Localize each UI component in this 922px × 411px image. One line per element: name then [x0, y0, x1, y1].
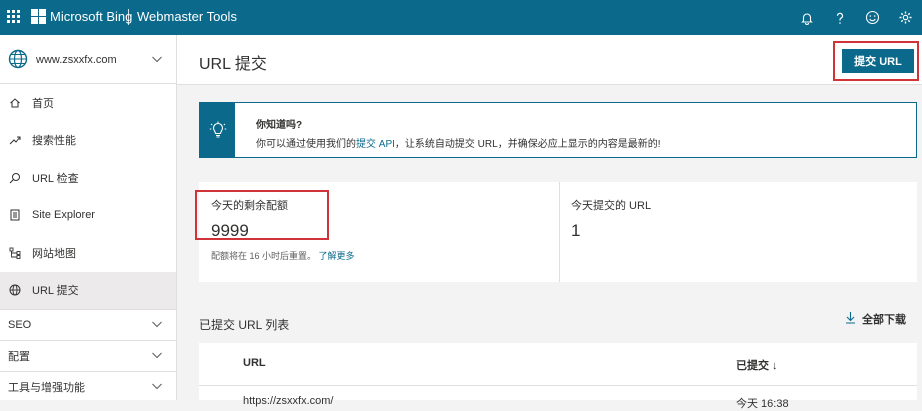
submitted-today-label: 今天提交的 URL — [571, 200, 652, 212]
sidebar-nav: 首页 搜索性能 URL 检查 Site Explorer 网站地图 URL 提交… — [0, 84, 176, 402]
stats-divider — [559, 182, 560, 282]
download-all-button[interactable]: 全部下载 — [845, 311, 906, 327]
sidebar-group-tools[interactable]: 工具与增强功能 — [0, 371, 176, 402]
chevron-down-icon — [151, 318, 163, 333]
row-divider — [199, 385, 917, 386]
search-icon — [8, 172, 22, 184]
sidebar-item-url-submission[interactable]: URL 提交 — [0, 271, 176, 309]
submitted-list-title: 已提交 URL 列表 — [199, 318, 290, 332]
site-selector[interactable]: www.zsxxfx.com — [0, 35, 176, 84]
gear-icon[interactable] — [889, 0, 922, 35]
smiley-icon[interactable] — [856, 0, 889, 35]
banner-title: 你知道吗? — [256, 120, 303, 131]
group-label: SEO — [8, 319, 32, 331]
lightbulb-icon — [200, 103, 235, 157]
sidebar-item-home[interactable]: 首页 — [0, 84, 176, 122]
quota-note-text: 配额将在 16 小时后重置。 — [211, 251, 317, 261]
globe-icon — [8, 284, 22, 296]
submitted-url-table: URL 已提交 ↓ https://zsxxfx.com/ 今天 16:38 — [199, 343, 917, 410]
highlight-box — [195, 190, 329, 240]
table-row-url[interactable]: https://zsxxfx.com/ — [243, 395, 333, 407]
group-label: 工具与增强功能 — [8, 382, 85, 394]
sidebar-item-label: URL 检查 — [32, 172, 79, 185]
help-icon[interactable] — [823, 0, 856, 35]
quota-note: 配额将在 16 小时后重置。 了解更多 — [211, 249, 355, 262]
sidebar-item-site-explorer[interactable]: Site Explorer — [0, 197, 176, 235]
sidebar-group-configure[interactable]: 配置 — [0, 340, 176, 371]
brand-separator — [128, 9, 129, 25]
brand-name[interactable]: Microsoft Bing — [50, 9, 132, 24]
highlight-box — [833, 41, 919, 81]
chevron-down-icon — [151, 380, 163, 395]
table-row-time: 今天 16:38 — [736, 398, 789, 410]
learn-more-link[interactable]: 了解更多 — [319, 251, 355, 261]
group-label: 配置 — [8, 351, 30, 363]
top-bar: Microsoft Bing Webmaster Tools — [0, 0, 922, 35]
sidebar-item-label: 首页 — [32, 97, 54, 110]
sitemap-icon — [8, 247, 22, 259]
banner-text: 你可以通过使用我们的提交 API，让系统自动提交 URL，并确保必应上显示的内容… — [256, 135, 660, 150]
site-name: www.zsxxfx.com — [36, 54, 117, 66]
sidebar-group-seo[interactable]: SEO — [0, 309, 176, 340]
bell-icon[interactable] — [790, 0, 823, 35]
page-title: URL 提交 — [199, 56, 267, 73]
sidebar-item-label: 网站地图 — [32, 247, 76, 260]
banner-text-pre: 你可以通过使用我们的 — [256, 139, 356, 150]
chevron-down-icon — [151, 349, 163, 364]
microsoft-logo-icon — [31, 9, 46, 24]
sidebar-item-label: Site Explorer — [32, 209, 95, 222]
submission-api-link[interactable]: 提交 API — [356, 139, 395, 150]
banner-text-post: ，让系统自动提交 URL，并确保必应上显示的内容是最新的! — [394, 139, 661, 150]
sidebar-item-url-inspection[interactable]: URL 检查 — [0, 159, 176, 197]
chevron-down-icon[interactable] — [151, 52, 163, 70]
top-icons — [790, 0, 922, 35]
product-name[interactable]: Webmaster Tools — [137, 9, 237, 24]
submitted-today-value: 1 — [571, 221, 581, 240]
page-header: URL 提交 提交 URL — [177, 35, 922, 85]
sidebar-item-label: URL 提交 — [32, 285, 79, 298]
sidebar-item-label: 搜索性能 — [32, 135, 76, 148]
document-icon — [8, 209, 22, 221]
download-icon — [845, 311, 856, 327]
globe-icon — [8, 49, 28, 74]
column-header-submitted[interactable]: 已提交 ↓ — [736, 357, 778, 373]
column-header-url[interactable]: URL — [243, 357, 266, 369]
waffle-icon[interactable] — [7, 10, 20, 23]
home-icon — [8, 97, 22, 109]
sidebar-item-sitemaps[interactable]: 网站地图 — [0, 234, 176, 272]
trend-icon — [8, 134, 22, 146]
sidebar-item-search-performance[interactable]: 搜索性能 — [0, 122, 176, 160]
sidebar: www.zsxxfx.com 首页 搜索性能 URL 检查 Site Explo… — [0, 35, 177, 400]
download-all-label: 全部下载 — [862, 314, 906, 326]
info-banner: 你知道吗? 你可以通过使用我们的提交 API，让系统自动提交 URL，并确保必应… — [199, 102, 917, 158]
